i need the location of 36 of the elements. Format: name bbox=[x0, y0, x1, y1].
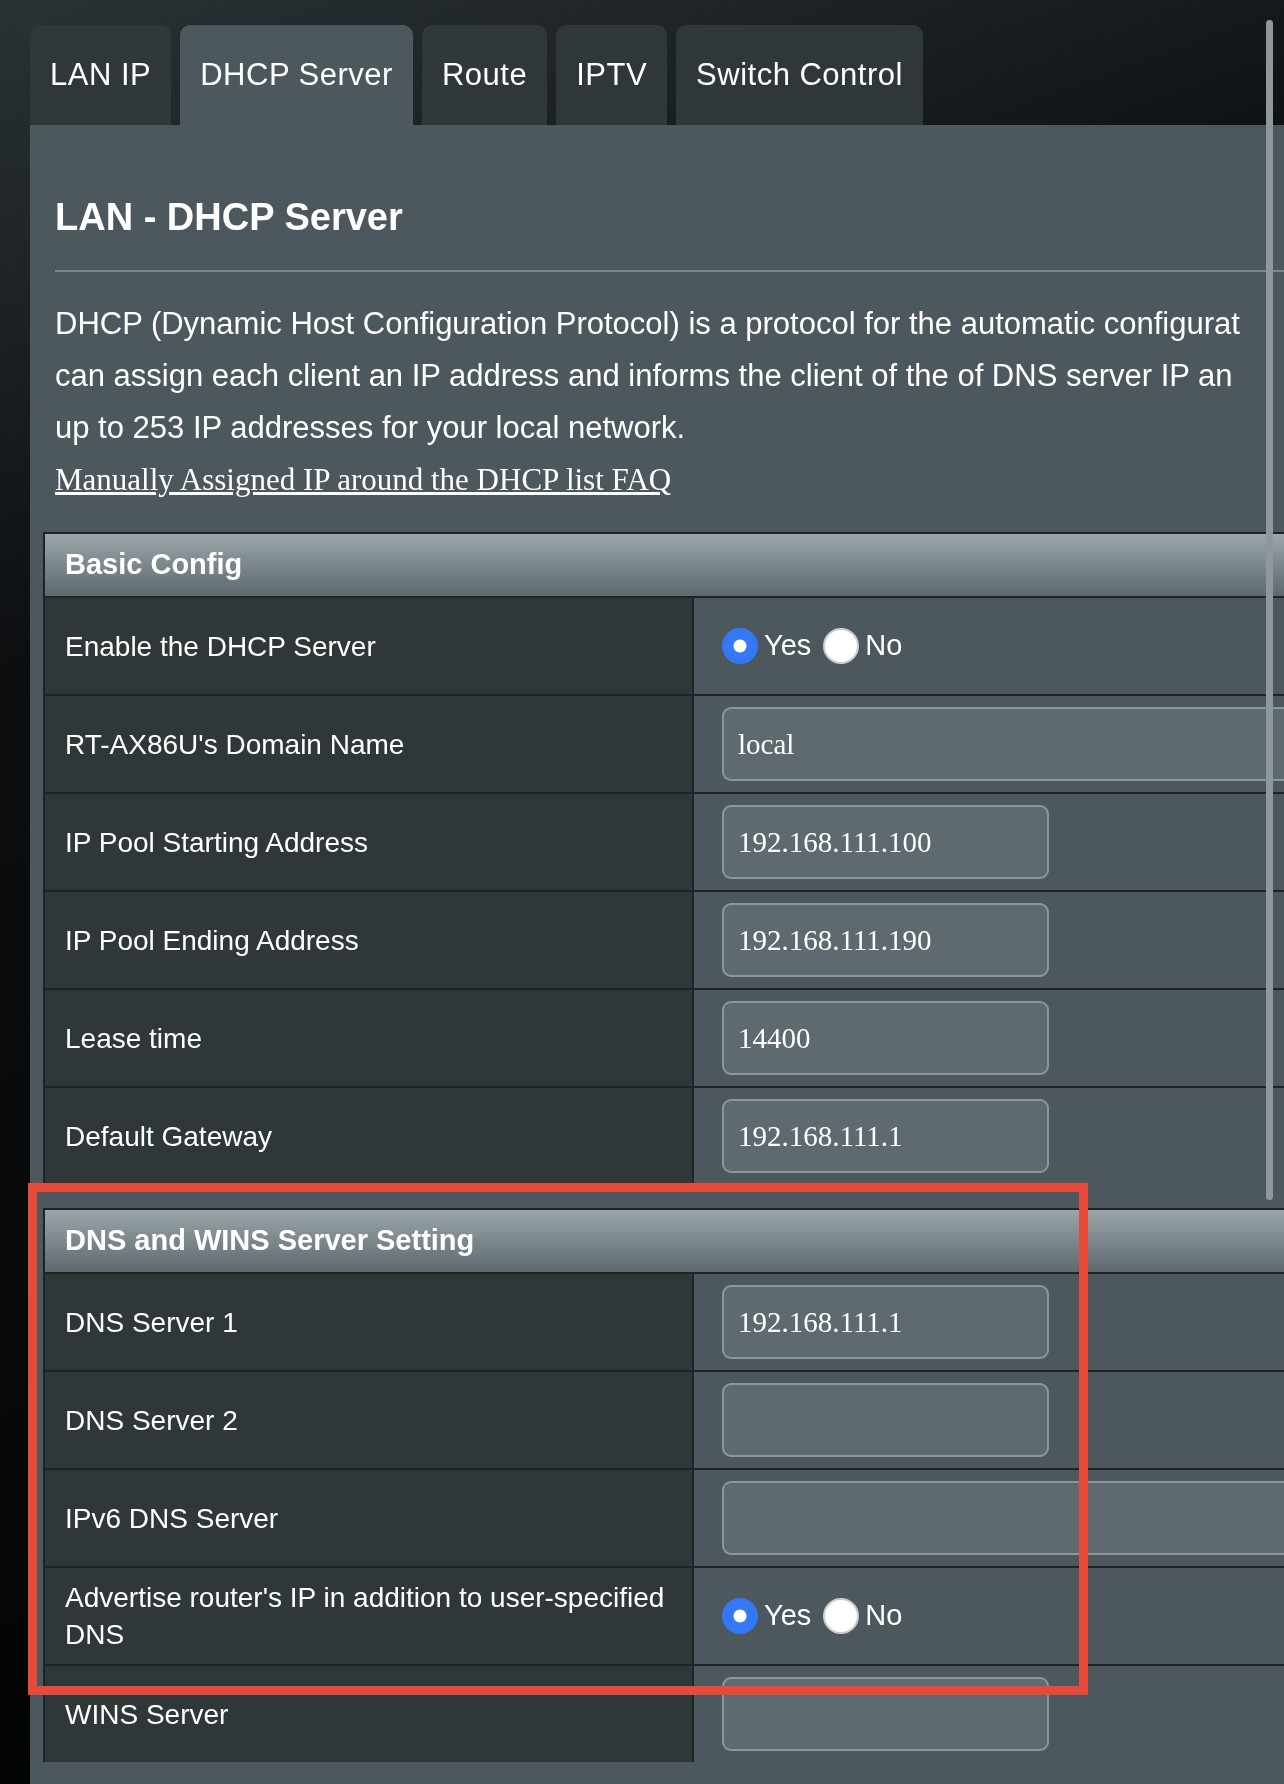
section-header: DNS and WINS Server Setting bbox=[45, 1208, 1284, 1272]
field-label: Lease time bbox=[45, 990, 694, 1086]
page-title: LAN - DHCP Server bbox=[54, 195, 404, 240]
section-header: Basic Config bbox=[45, 532, 1284, 596]
field-label: IP Pool Starting Address bbox=[45, 794, 694, 890]
radio-option[interactable]: No bbox=[823, 1594, 903, 1638]
radio-option[interactable]: Yes bbox=[722, 1594, 812, 1638]
input-field[interactable] bbox=[722, 1383, 1049, 1457]
tab[interactable]: LAN IP bbox=[30, 25, 172, 125]
field-label: Default Gateway bbox=[45, 1088, 694, 1184]
tab[interactable]: IPTV bbox=[556, 25, 668, 125]
field-label: IPv6 DNS Server bbox=[45, 1470, 694, 1566]
description-text: DHCP (Dynamic Host Configuration Protocol) is a protocol for the automatic configurat bbox=[54, 305, 1241, 343]
input-field[interactable]: 192.168.111.1 bbox=[722, 1285, 1049, 1359]
input-field[interactable]: 192.168.111.1 bbox=[722, 1099, 1049, 1173]
field-label: DNS Server 2 bbox=[45, 1372, 694, 1468]
field-label: WINS Server bbox=[45, 1666, 694, 1762]
input-field[interactable]: local bbox=[722, 707, 1284, 781]
tab[interactable]: Route bbox=[421, 25, 548, 125]
field-label: DNS Server 1 bbox=[45, 1274, 694, 1370]
field-label: IP Pool Ending Address bbox=[45, 892, 694, 988]
input-field[interactable] bbox=[722, 1481, 1284, 1555]
field-label: Enable the DHCP Server bbox=[45, 598, 694, 694]
description-text: up to 253 IP addresses for your local network. bbox=[54, 409, 687, 447]
tab[interactable]: Switch Control bbox=[676, 25, 923, 125]
field-label: RT-AX86U's Domain Name bbox=[45, 696, 694, 792]
radio-option[interactable]: Yes bbox=[722, 624, 812, 668]
input-field[interactable]: 192.168.111.100 bbox=[722, 805, 1049, 879]
faq-link[interactable]: Manually Assigned IP around the DHCP list FAQ bbox=[55, 462, 672, 497]
input-field[interactable]: 14400 bbox=[722, 1001, 1049, 1075]
field-label: Advertise router's IP in addition to user-specified DNS bbox=[45, 1568, 694, 1664]
description-text: can assign each client an IP address and informs the client of the of DNS server IP an bbox=[54, 357, 1234, 395]
input-field[interactable]: 192.168.111.190 bbox=[722, 903, 1049, 977]
tab[interactable]: DHCP Server bbox=[180, 25, 413, 125]
scrollbar[interactable] bbox=[1266, 20, 1273, 1200]
radio-option[interactable]: No bbox=[823, 624, 903, 668]
